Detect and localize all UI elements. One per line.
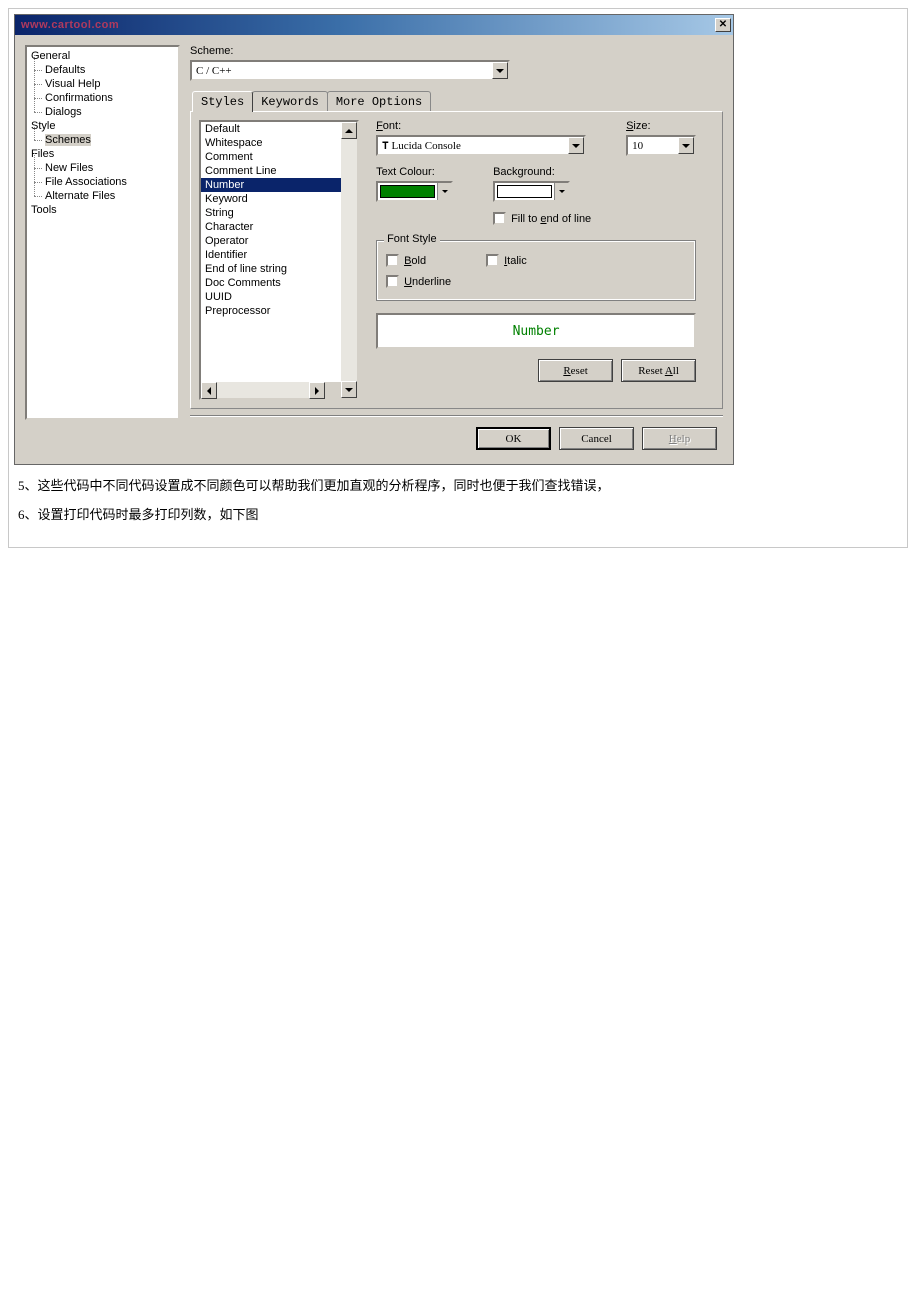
scheme-row: Scheme: C / C++ <box>190 45 723 81</box>
bold-checkbox[interactable]: Bold <box>386 254 426 267</box>
caption-6: 6、设置打印代码时最多打印列数，如下图 <box>18 504 898 523</box>
checkbox-icon <box>386 275 399 288</box>
scheme-combo[interactable]: C / C++ <box>190 60 510 81</box>
help-button[interactable]: Help <box>642 427 717 450</box>
list-item[interactable]: Comment Line <box>201 164 341 178</box>
h-scrollbar[interactable] <box>201 382 341 398</box>
styles-listbox[interactable]: DefaultWhitespaceCommentComment LineNumb… <box>201 122 341 382</box>
tree-item[interactable]: General <box>27 49 178 63</box>
scheme-label: Scheme: <box>190 45 233 57</box>
titlebar: www.cartool.com ✕ <box>15 15 733 35</box>
list-item[interactable]: Whitespace <box>201 136 341 150</box>
watermark-text: www.cartool.com <box>21 19 119 31</box>
text-colour-picker[interactable] <box>376 181 453 202</box>
category-tree[interactable]: GeneralDefaultsVisual HelpConfirmationsD… <box>25 45 180 420</box>
font-style-group: Font Style Bold Italic <box>376 240 696 301</box>
checkbox-icon <box>386 254 399 267</box>
size-label: Size: <box>626 120 650 132</box>
list-item[interactable]: Operator <box>201 234 341 248</box>
bold-label: Bold <box>404 255 426 267</box>
size-value: 10 <box>628 140 678 152</box>
list-item[interactable]: Keyword <box>201 192 341 206</box>
tab-more-options[interactable]: More Options <box>327 91 431 112</box>
tree-item[interactable]: Style <box>27 119 178 133</box>
tree-item[interactable]: Files <box>27 147 178 161</box>
list-item[interactable]: Identifier <box>201 248 341 262</box>
font-value: 𝐓Lucida Console <box>378 140 568 152</box>
fill-eol-label: Fill to end of line <box>511 213 591 225</box>
list-item[interactable]: End of line string <box>201 262 341 276</box>
tree-item[interactable]: Confirmations <box>27 91 178 105</box>
separator <box>190 415 723 417</box>
tree-item[interactable]: Schemes <box>27 133 178 147</box>
italic-checkbox[interactable]: Italic <box>486 254 527 267</box>
reset-button[interactable]: Reset <box>538 359 613 382</box>
tree-item[interactable]: Tools <box>27 203 178 217</box>
text-colour-swatch <box>380 185 435 198</box>
background-label: Background: <box>493 166 555 178</box>
options-dialog: www.cartool.com ✕ GeneralDefaultsVisual … <box>14 14 734 465</box>
tree-item[interactable]: File Associations <box>27 175 178 189</box>
arrow-up-icon[interactable] <box>341 122 357 139</box>
dropdown-icon[interactable] <box>437 183 451 200</box>
tree-item[interactable]: Dialogs <box>27 105 178 119</box>
list-item[interactable]: Number <box>201 178 341 192</box>
page-frame: www.cartool.com ✕ GeneralDefaultsVisual … <box>8 8 908 548</box>
size-combo[interactable]: 10 <box>626 135 696 156</box>
font-style-legend: Font Style <box>384 233 440 245</box>
list-item[interactable]: Preprocessor <box>201 304 341 318</box>
caption-5: 5、这些代码中不同代码设置成不同颜色可以帮助我们更加直观的分析程序，同时也便于我… <box>18 475 898 494</box>
font-label: Font: <box>376 120 401 132</box>
close-button[interactable]: ✕ <box>715 18 731 32</box>
tab-pane-styles: DefaultWhitespaceCommentComment LineNumb… <box>190 111 723 409</box>
italic-label: Italic <box>504 255 527 267</box>
style-details: Font: document.getElementById('fl').text… <box>376 120 696 382</box>
list-item[interactable]: Doc Comments <box>201 276 341 290</box>
tree-item[interactable]: Visual Help <box>27 77 178 91</box>
preview-text: Number <box>513 324 560 339</box>
tree-item[interactable]: Defaults <box>27 63 178 77</box>
underline-label: Underline <box>404 276 451 288</box>
checkbox-icon <box>493 212 506 225</box>
list-item[interactable]: String <box>201 206 341 220</box>
chevron-down-icon[interactable] <box>568 137 584 154</box>
right-panel: Scheme: C / C++ StylesKeywordsMore Optio… <box>190 45 723 458</box>
dropdown-icon[interactable] <box>554 183 568 200</box>
arrow-right-icon[interactable] <box>309 382 325 399</box>
background-colour-swatch <box>497 185 552 198</box>
styles-listbox-container: DefaultWhitespaceCommentComment LineNumb… <box>199 120 359 400</box>
ok-button[interactable]: OK <box>476 427 551 450</box>
reset-all-button[interactable]: Reset All <box>621 359 696 382</box>
underline-checkbox[interactable]: Underline <box>386 275 451 288</box>
checkbox-icon <box>486 254 499 267</box>
v-scrollbar[interactable] <box>341 122 357 398</box>
fill-eol-checkbox[interactable]: Fill to end of line <box>493 212 591 225</box>
preview-box: Number <box>376 313 696 349</box>
scroll-track[interactable] <box>217 382 309 398</box>
list-item[interactable]: Default <box>201 122 341 136</box>
tree-item[interactable]: Alternate Files <box>27 189 178 203</box>
chevron-down-icon[interactable] <box>678 137 694 154</box>
scheme-value: C / C++ <box>192 65 492 77</box>
arrow-left-icon[interactable] <box>201 382 217 399</box>
text-colour-label: Text Colour: <box>376 166 435 178</box>
scroll-track[interactable] <box>341 139 357 381</box>
font-combo[interactable]: 𝐓Lucida Console <box>376 135 586 156</box>
list-item[interactable]: UUID <box>201 290 341 304</box>
scroll-corner <box>325 382 341 398</box>
cancel-button[interactable]: Cancel <box>559 427 634 450</box>
chevron-down-icon[interactable] <box>492 62 508 79</box>
list-item[interactable]: Comment <box>201 150 341 164</box>
background-colour-picker[interactable] <box>493 181 570 202</box>
tree-item[interactable]: New Files <box>27 161 178 175</box>
tab-keywords[interactable]: Keywords <box>252 91 328 112</box>
tab-strip: StylesKeywordsMore Options <box>190 91 723 112</box>
dialog-body: GeneralDefaultsVisual HelpConfirmationsD… <box>15 35 733 464</box>
tab-styles[interactable]: Styles <box>192 91 253 112</box>
arrow-down-icon[interactable] <box>341 381 357 398</box>
list-item[interactable]: Character <box>201 220 341 234</box>
